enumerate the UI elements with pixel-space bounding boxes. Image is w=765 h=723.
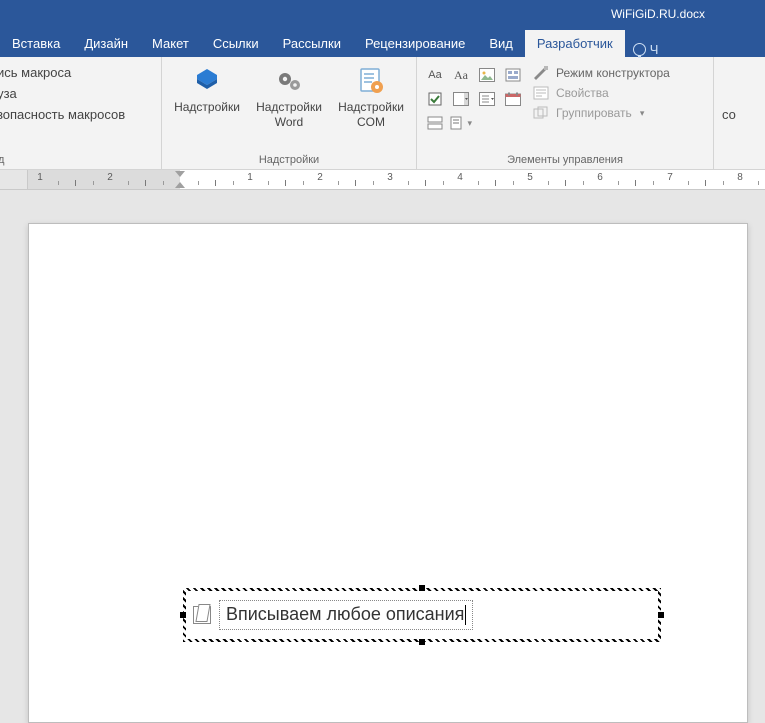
control-text: Вписываем любое описания	[226, 604, 464, 624]
horizontal-ruler[interactable]: 2112345678	[0, 170, 765, 190]
group-controls: Aa Aa ▾ Режим	[417, 57, 714, 169]
pause-macro-button[interactable]: ауза	[0, 86, 155, 101]
chevron-down-icon: ▾	[640, 108, 645, 119]
dropdown-control-button[interactable]	[475, 88, 499, 110]
truncated-label: со	[722, 107, 736, 122]
group-controls-label: Элементы управления	[423, 152, 707, 169]
com-addins-label: Надстройки COM	[332, 100, 410, 130]
ribbon-tabs: Вставка Дизайн Макет Ссылки Рассылки Рец…	[0, 27, 765, 57]
addins-button[interactable]: Надстройки	[168, 60, 246, 115]
tab-developer[interactable]: Разработчик	[525, 30, 625, 57]
gears-icon	[272, 64, 306, 98]
picture-control-button[interactable]	[475, 64, 499, 86]
tell-me[interactable]: Ч	[625, 42, 667, 57]
design-mode-label: Режим конструктора	[556, 66, 670, 80]
plaintext-control-button[interactable]: Aa	[449, 64, 473, 86]
tab-references[interactable]: Ссылки	[201, 30, 271, 57]
tab-layout[interactable]: Макет	[140, 30, 201, 57]
group-macros: пись макроса ауза езопасность макросов д	[0, 57, 162, 169]
combobox-control-button[interactable]	[449, 88, 473, 110]
document-title: WiFiGiD.RU.docx	[611, 7, 705, 21]
group-truncated: со	[714, 57, 744, 169]
resize-handle-bottom[interactable]	[419, 639, 425, 645]
lightbulb-icon	[633, 43, 646, 56]
workspace: Вписываем любое описания	[0, 190, 765, 545]
chevron-down-icon: ▾	[467, 118, 472, 129]
tab-view[interactable]: Вид	[477, 30, 525, 57]
content-control-frame[interactable]: Вписываем любое описания	[183, 588, 661, 642]
vertical-ruler[interactable]	[0, 190, 28, 545]
com-addins-icon	[354, 64, 388, 98]
buildingblock-control-button[interactable]	[501, 64, 525, 86]
repeating-control-button[interactable]	[423, 112, 447, 134]
text-content-control[interactable]: Вписываем любое описания	[219, 600, 473, 631]
word-addins-button[interactable]: Надстройки Word	[250, 60, 328, 130]
text-cursor	[465, 605, 466, 625]
richtext-control-button[interactable]: Aa	[423, 64, 447, 86]
record-macro-button[interactable]: пись макроса	[0, 65, 155, 80]
controls-gallery: Aa Aa ▾	[423, 60, 528, 134]
datepicker-control-button[interactable]	[501, 88, 525, 110]
com-addins-button[interactable]: Надстройки COM	[332, 60, 410, 130]
word-addins-label: Надстройки Word	[250, 100, 328, 130]
tell-me-label: Ч	[650, 42, 659, 57]
resize-handle-left[interactable]	[180, 612, 186, 618]
tab-mailings[interactable]: Рассылки	[271, 30, 353, 57]
ruler-scale: 2112345678	[28, 170, 765, 189]
addins-icon	[190, 64, 224, 98]
properties-button[interactable]: Свойства	[532, 85, 707, 101]
ruler-corner	[0, 170, 28, 189]
macro-security-button[interactable]: езопасность макросов	[0, 107, 155, 122]
legacy-tools-button[interactable]: ▾	[449, 112, 473, 134]
group-macros-label: д	[0, 152, 155, 169]
group-control-button[interactable]: Группировать ▾	[532, 105, 707, 121]
document-page[interactable]	[28, 223, 748, 723]
checkbox-control-button[interactable]	[423, 88, 447, 110]
design-mode-icon	[532, 65, 550, 81]
design-mode-button[interactable]: Режим конструктора	[532, 65, 707, 81]
resize-handle-top[interactable]	[419, 585, 425, 591]
group-addins-label: Надстройки	[168, 152, 410, 169]
properties-icon	[532, 85, 550, 101]
group-addins: Надстройки Надстройки Word Надстройки CO…	[162, 57, 417, 169]
tab-review[interactable]: Рецензирование	[353, 30, 477, 57]
properties-label: Свойства	[556, 86, 609, 100]
titlebar: WiFiGiD.RU.docx	[0, 0, 765, 27]
group-control-label: Группировать	[556, 106, 632, 120]
ribbon: пись макроса ауза езопасность макросов д…	[0, 57, 765, 170]
group-icon	[532, 105, 550, 121]
addins-label: Надстройки	[174, 100, 240, 115]
tab-design[interactable]: Дизайн	[72, 30, 140, 57]
checkbox-content-control[interactable]	[193, 606, 211, 624]
tab-insert[interactable]: Вставка	[0, 30, 72, 57]
resize-handle-right[interactable]	[658, 612, 664, 618]
